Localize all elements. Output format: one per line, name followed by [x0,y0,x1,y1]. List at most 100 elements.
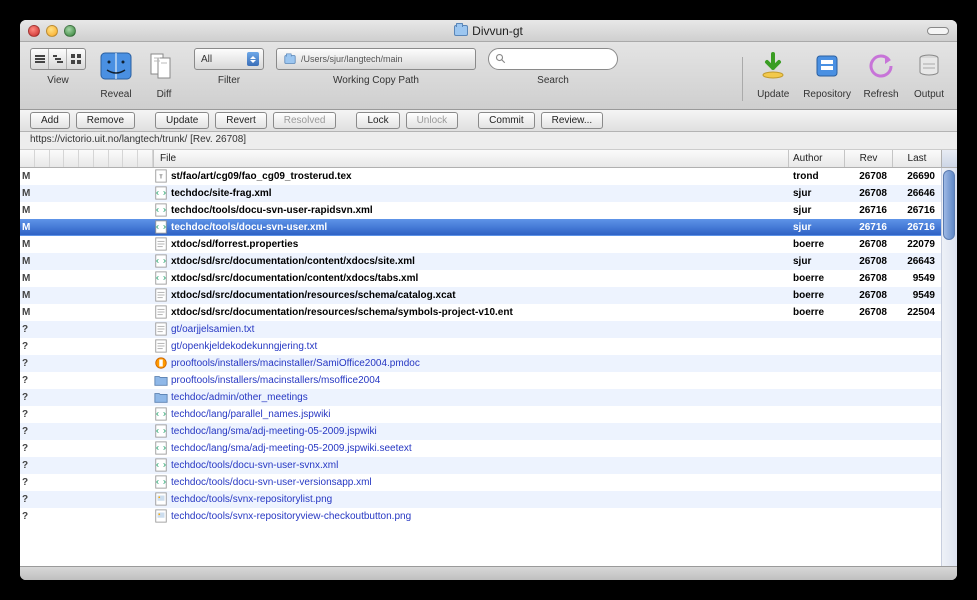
output-label: Output [914,89,944,100]
table-row[interactable]: ?gt/oarjjelsamien.txt [20,321,941,338]
folder-icon [454,25,468,36]
status-cell: M [20,273,154,284]
revert-button[interactable]: Revert [215,112,266,129]
file-cell: techdoc/lang/sma/adj-meeting-05-2009.jsp… [154,441,789,455]
table-row[interactable]: Mtechdoc/tools/docu-svn-user.xmlsjur2671… [20,219,941,236]
path-select[interactable]: /Users/sjur/langtech/main [276,48,476,70]
filter-select[interactable]: All [194,48,264,70]
rev-cell: 26708 [845,307,893,318]
status-cell: ? [20,511,154,522]
table-row[interactable]: ?gt/openkjeldekodekunngjering.txt [20,338,941,355]
diff-tool[interactable]: Diff [146,48,182,100]
table-row[interactable]: Mtechdoc/tools/docu-svn-user-rapidsvn.xm… [20,202,941,219]
table-row[interactable]: Mxtdoc/sd/src/documentation/resources/sc… [20,304,941,321]
view-tree-icon[interactable] [49,49,67,69]
repository-tool[interactable]: Repository [803,48,851,100]
author-cell: sjur [789,205,845,216]
resolved-button[interactable]: Resolved [273,112,337,129]
table-row[interactable]: ?techdoc/lang/parallel_names.jspwiki [20,406,941,423]
add-button[interactable]: Add [30,112,70,129]
diff-label: Diff [157,89,172,100]
output-tool[interactable]: Output [911,48,947,100]
commit-button[interactable]: Commit [478,112,534,129]
scroll-thumb[interactable] [943,170,955,240]
table-row[interactable]: ?techdoc/tools/docu-svn-user-versionsapp… [20,474,941,491]
view-tool[interactable]: View [30,48,86,86]
table-row[interactable]: Mxtdoc/sd/src/documentation/resources/sc… [20,287,941,304]
action-bar: Add Remove Update Revert Resolved Lock U… [20,110,957,132]
author-column-header[interactable]: Author [789,150,845,167]
file-cell: techdoc/lang/parallel_names.jspwiki [154,407,789,421]
refresh-icon [863,48,899,84]
remove-button[interactable]: Remove [76,112,135,129]
update-tool[interactable]: Update [755,48,791,100]
last-cell: 26716 [893,205,941,216]
table-row[interactable]: ?prooftools/installers/macinstallers/mso… [20,372,941,389]
rev-column-header[interactable]: Rev [845,150,893,167]
status-cell: ? [20,494,154,505]
last-cell: 26643 [893,256,941,267]
rev-cell: 26708 [845,239,893,250]
status-cell: M [20,222,154,233]
file-list-wrap: MTst/fao/art/cg09/fao_cg09_trosterud.tex… [20,168,957,566]
table-row[interactable]: Mxtdoc/sd/src/documentation/content/xdoc… [20,253,941,270]
titlebar: Divvun-gt [20,20,957,42]
search-input[interactable] [488,48,618,70]
refresh-tool[interactable]: Refresh [863,48,899,100]
close-icon[interactable] [28,25,40,37]
file-cell: xtdoc/sd/forrest.properties [154,237,789,251]
filter-tool[interactable]: All Filter [194,48,264,86]
table-row[interactable]: Mxtdoc/sd/forrest.propertiesboerre267082… [20,236,941,253]
file-cell: gt/openkjeldekodekunngjering.txt [154,339,789,353]
output-icon [911,48,947,84]
table-row[interactable]: ?techdoc/admin/other_meetings [20,389,941,406]
reveal-label: Reveal [100,89,131,100]
view-smart-icon[interactable] [67,49,85,69]
status-columns-header[interactable] [20,150,154,167]
update-button[interactable]: Update [155,112,209,129]
finder-icon [98,48,134,84]
rev-cell: 26708 [845,171,893,182]
file-cell: Tst/fao/art/cg09/fao_cg09_trosterud.tex [154,169,789,183]
table-row[interactable]: ?techdoc/lang/sma/adj-meeting-05-2009.js… [20,423,941,440]
file-cell: xtdoc/sd/src/documentation/content/xdocs… [154,254,789,268]
reveal-tool[interactable]: Reveal [98,48,134,100]
table-row[interactable]: ?techdoc/tools/svnx-repositoryview-check… [20,508,941,525]
table-row[interactable]: ?techdoc/lang/sma/adj-meeting-05-2009.js… [20,440,941,457]
file-column-header[interactable]: File [154,150,789,167]
toolbar-toggle-icon[interactable] [927,27,949,35]
unlock-button[interactable]: Unlock [406,112,459,129]
rev-cell: 26708 [845,273,893,284]
toolbar-separator [742,57,743,101]
table-row[interactable]: Mxtdoc/sd/src/documentation/content/xdoc… [20,270,941,287]
view-segmented[interactable] [30,48,86,70]
view-flat-icon[interactable] [31,49,49,69]
review-button[interactable]: Review... [541,112,604,129]
table-row[interactable]: ?techdoc/tools/docu-svn-user-svnx.xml [20,457,941,474]
last-cell: 22079 [893,239,941,250]
diff-icon [146,48,182,84]
scrollbar[interactable] [941,168,957,566]
file-list[interactable]: MTst/fao/art/cg09/fao_cg09_trosterud.tex… [20,168,941,566]
working-copy-tool[interactable]: /Users/sjur/langtech/main Working Copy P… [276,48,476,86]
table-row[interactable]: MTst/fao/art/cg09/fao_cg09_trosterud.tex… [20,168,941,185]
table-row[interactable]: ?techdoc/tools/svnx-repositorylist.png [20,491,941,508]
author-cell: sjur [789,222,845,233]
lock-button[interactable]: Lock [356,112,399,129]
status-cell: M [20,171,154,182]
window-title: Divvun-gt [472,24,523,38]
table-row[interactable]: ?prooftools/installers/macinstaller/Sami… [20,355,941,372]
zoom-icon[interactable] [64,25,76,37]
status-cell: ? [20,477,154,488]
author-cell: trond [789,171,845,182]
rev-cell: 26716 [845,222,893,233]
status-cell: ? [20,460,154,471]
folder-icon [284,55,295,64]
file-cell: xtdoc/sd/src/documentation/content/xdocs… [154,271,789,285]
status-cell: M [20,307,154,318]
minimize-icon[interactable] [46,25,58,37]
search-tool[interactable]: Search [488,48,618,86]
last-column-header[interactable]: Last [893,150,941,167]
filter-label: Filter [218,75,240,86]
table-row[interactable]: Mtechdoc/site-frag.xmlsjur2670826646 [20,185,941,202]
